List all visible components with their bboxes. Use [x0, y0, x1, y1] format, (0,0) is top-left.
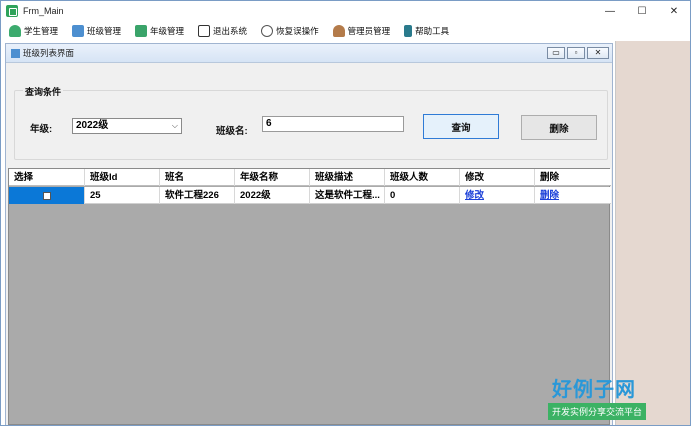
grade-icon — [135, 25, 148, 37]
col-header-name[interactable]: 班名 — [160, 169, 235, 186]
menu-help-label: 帮助工具 — [415, 26, 450, 36]
child-window-icon — [11, 48, 20, 58]
close-button[interactable]: ✕ — [658, 1, 690, 21]
menu-grade[interactable]: 年级管理 — [133, 22, 186, 40]
menu-grade-label: 年级管理 — [150, 26, 185, 36]
maximize-button[interactable]: ☐ — [626, 1, 658, 21]
chevron-down-icon: ⌵ — [171, 121, 178, 130]
main-window: Frm_Main — ☐ ✕ 学生管理 班级管理 年级管理 退出系统 恢复误操作 — [0, 0, 691, 426]
class-name-label: 班级名: — [216, 126, 248, 137]
title-bar: Frm_Main — ☐ ✕ — [1, 1, 690, 21]
grade-select-value: 2022级 — [76, 120, 109, 131]
window-title: Frm_Main — [23, 6, 64, 16]
delete-button[interactable]: 删除 — [521, 115, 597, 140]
col-header-delete[interactable]: 删除 — [535, 169, 611, 186]
class-grid: 选择 班级Id 班名 年级名称 班级描述 班级人数 修改 删除 25 软件工程2… — [8, 168, 611, 425]
watermark-badge: 好例子网 开发实例分享交流平台 — [548, 373, 665, 420]
menu-admin[interactable]: 管理员管理 — [331, 22, 393, 40]
watermark-brand: 好例子网 — [552, 377, 636, 401]
menu-restore-label: 恢复误操作 — [276, 26, 319, 36]
menu-exit[interactable]: 退出系统 — [196, 22, 249, 40]
window-controls: — ☐ ✕ — [594, 1, 690, 21]
menu-student-label: 学生管理 — [24, 26, 59, 36]
grade-label: 年级: — [30, 124, 53, 135]
col-header-desc[interactable]: 班级描述 — [310, 169, 385, 186]
edit-link[interactable]: 修改 — [465, 190, 484, 201]
row-select-cell[interactable] — [9, 187, 85, 204]
child-window-controls: ▭ ▫ ✕ — [547, 47, 609, 59]
child-maximize-button[interactable]: ▫ — [567, 47, 585, 59]
row-checkbox[interactable] — [42, 191, 51, 200]
grid-header: 选择 班级Id 班名 年级名称 班级描述 班级人数 修改 删除 — [9, 169, 611, 186]
query-group-title: 查询条件 — [23, 85, 64, 98]
menu-restore[interactable]: 恢复误操作 — [259, 22, 321, 40]
cell-desc: 这是软件工程... — [310, 187, 385, 204]
mdi-background — [615, 41, 690, 425]
menu-admin-label: 管理员管理 — [347, 26, 391, 36]
restore-icon — [261, 25, 274, 37]
admin-icon — [332, 25, 345, 37]
table-row[interactable]: 25 软件工程226 2022级 这是软件工程... 0 修改 删除 — [9, 187, 611, 204]
cell-count: 0 — [385, 187, 460, 204]
exit-icon — [198, 25, 211, 37]
minimize-button[interactable]: — — [594, 1, 626, 21]
cell-edit: 修改 — [460, 187, 535, 204]
col-header-select[interactable]: 选择 — [9, 169, 85, 186]
col-header-id[interactable]: 班级Id — [85, 169, 160, 186]
child-window-title: 班级列表界面 — [23, 48, 75, 58]
child-minimize-button[interactable]: ▭ — [547, 47, 565, 59]
cell-grade: 2022级 — [235, 187, 310, 204]
col-header-grade[interactable]: 年级名称 — [235, 169, 310, 186]
search-button[interactable]: 查询 — [423, 114, 499, 139]
child-title-bar: 班级列表界面 ▭ ▫ ✕ — [6, 44, 612, 63]
cell-id: 25 — [85, 187, 160, 204]
app-icon — [6, 5, 18, 17]
menu-class[interactable]: 班级管理 — [70, 22, 123, 40]
mdi-area: 班级列表界面 ▭ ▫ ✕ 查询条件 年级: 2022级 ⌵ 班级名: 6 查询 … — [1, 41, 690, 425]
help-icon — [404, 25, 413, 37]
watermark-slogan: 开发实例分享交流平台 — [548, 403, 647, 420]
col-header-count[interactable]: 班级人数 — [385, 169, 460, 186]
cell-name: 软件工程226 — [160, 187, 235, 204]
col-header-edit[interactable]: 修改 — [460, 169, 535, 186]
student-icon — [9, 25, 21, 37]
class-icon — [72, 25, 85, 37]
cell-delete: 删除 — [535, 187, 611, 204]
menu-exit-label: 退出系统 — [213, 26, 248, 36]
child-close-button[interactable]: ✕ — [587, 47, 609, 59]
menu-help[interactable]: 帮助工具 — [402, 22, 451, 40]
menu-class-label: 班级管理 — [87, 26, 122, 36]
class-list-window: 班级列表界面 ▭ ▫ ✕ 查询条件 年级: 2022级 ⌵ 班级名: 6 查询 … — [5, 43, 613, 425]
grade-select[interactable]: 2022级 ⌵ — [72, 118, 182, 134]
delete-link[interactable]: 删除 — [540, 190, 559, 201]
menu-student[interactable]: 学生管理 — [7, 22, 60, 40]
class-name-input[interactable]: 6 — [262, 116, 404, 132]
menu-bar: 学生管理 班级管理 年级管理 退出系统 恢复误操作 管理员管理 帮助工具 — [1, 21, 690, 41]
